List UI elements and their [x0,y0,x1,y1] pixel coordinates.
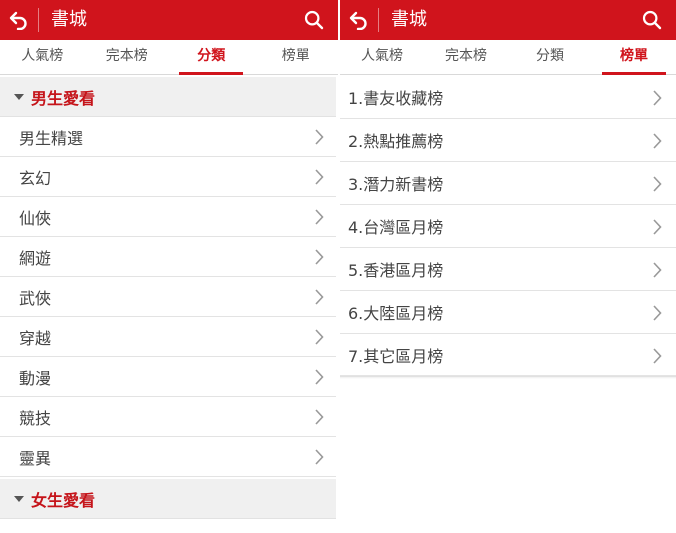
app-bar-divider [38,8,39,32]
ranking-label: 3.潛力新書榜 [348,175,444,194]
list-item-label: 穿越 [19,328,52,348]
list-item-label: 動漫 [19,368,52,388]
search-button[interactable] [300,0,328,40]
ranking-label: 5.香港區月榜 [348,261,444,280]
chevron-right-icon [315,209,324,225]
chevron-right-icon [315,249,324,265]
list-item[interactable]: 仙俠 [0,197,336,237]
list-item-label: 男生精選 [19,128,84,148]
section-header-male[interactable]: 男生愛看 [0,77,336,117]
chevron-right-icon [653,262,662,278]
ranking-item[interactable]: 2.熱點推薦榜 [340,119,676,162]
list-item[interactable]: 靈異 [0,437,336,477]
tab-bar: 人氣榜 完本榜 分類 榜單 [0,40,338,75]
back-arrow-icon [9,11,27,30]
back-button[interactable] [0,0,38,40]
tab-completed[interactable]: 完本榜 [85,40,170,74]
tab-categories[interactable]: 分類 [169,40,254,75]
list-item[interactable]: 動漫 [0,357,336,397]
ranking-label: 7.其它區月榜 [348,347,444,366]
chevron-right-icon [315,329,324,345]
list-item[interactable]: 網遊 [0,237,336,277]
list-item[interactable]: 競技 [0,397,336,437]
tab-rankings[interactable]: 榜單 [592,40,676,75]
section-header-female[interactable]: 女生愛看 [0,479,336,519]
ranking-item[interactable]: 6.大陸區月榜 [340,291,676,334]
list-item-label: 玄幻 [19,168,52,188]
chevron-right-icon [315,369,324,385]
chevron-right-icon [315,409,324,425]
search-button[interactable] [638,0,666,40]
chevron-right-icon [653,133,662,149]
chevron-right-icon [653,348,662,364]
list-item-label: 仙俠 [19,208,52,228]
chevron-right-icon [653,176,662,192]
search-icon [304,10,324,30]
tab-categories[interactable]: 分類 [508,40,592,74]
list-item[interactable]: 玄幻 [0,157,336,197]
ranking-item[interactable]: 7.其它區月榜 [340,334,676,377]
caret-down-icon [14,495,24,502]
chevron-right-icon [653,90,662,106]
app-bar: 書城 [0,0,338,40]
tab-rankings[interactable]: 榜單 [254,40,339,74]
category-screen: 書城 人氣榜 完本榜 分類 榜單 男生愛看 男生精選 玄幻 仙俠 網遊 武俠 穿… [0,0,338,533]
list-item[interactable]: 武俠 [0,277,336,317]
list-item[interactable]: 男生精選 [0,117,336,157]
back-arrow-icon [349,11,367,30]
list-item[interactable]: 穿越 [0,317,336,357]
ranking-label: 2.熱點推薦榜 [348,132,444,151]
chevron-right-icon [315,129,324,145]
ranking-label: 6.大陸區月榜 [348,304,444,323]
chevron-right-icon [315,289,324,305]
chevron-right-icon [315,169,324,185]
ranking-item[interactable]: 3.潛力新書榜 [340,162,676,205]
tab-bar: 人氣榜 完本榜 分類 榜單 [340,40,676,75]
rankings-screen: 書城 人氣榜 完本榜 分類 榜單 1.書友收藏榜 2.熱點推薦榜 3.潛力新書榜… [340,0,676,533]
chevron-right-icon [653,305,662,321]
list-item-label: 武俠 [19,288,52,308]
list-shadow [340,375,676,379]
section-title: 男生愛看 [31,88,96,108]
app-title: 書城 [51,9,87,30]
app-bar: 書城 [340,0,676,40]
list-item-label: 靈異 [19,448,52,468]
tab-popular[interactable]: 人氣榜 [340,40,424,74]
list-item-label: 競技 [19,408,52,428]
list-item-label: 網遊 [19,248,52,268]
search-icon [642,10,662,30]
ranking-label: 1.書友收藏榜 [348,89,444,108]
back-button[interactable] [340,0,378,40]
ranking-item[interactable]: 1.書友收藏榜 [340,76,676,119]
ranking-item[interactable]: 5.香港區月榜 [340,248,676,291]
ranking-item[interactable]: 4.台灣區月榜 [340,205,676,248]
tab-popular[interactable]: 人氣榜 [0,40,85,74]
app-bar-divider [378,8,379,32]
chevron-right-icon [653,219,662,235]
caret-down-icon [14,93,24,100]
app-title: 書城 [391,9,427,30]
chevron-right-icon [315,449,324,465]
tab-completed[interactable]: 完本榜 [424,40,508,74]
section-title: 女生愛看 [31,490,96,510]
ranking-label: 4.台灣區月榜 [348,218,444,237]
